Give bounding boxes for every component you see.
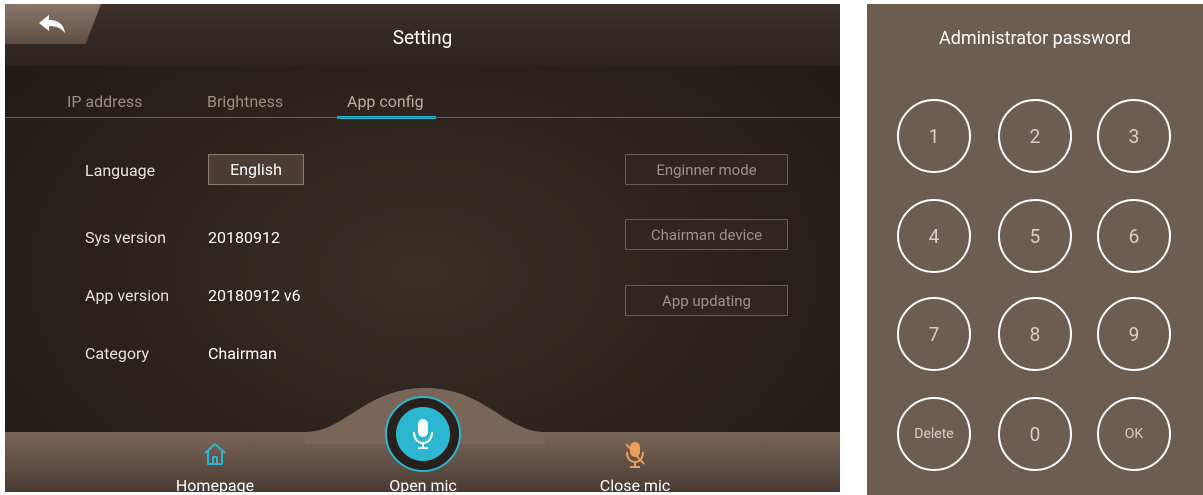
chairman-device-button[interactable]: Chairman device <box>625 219 788 250</box>
category-value: Chairman <box>208 344 277 363</box>
tab-brightness[interactable]: Brightness <box>207 92 283 111</box>
tab-app-config[interactable]: App config <box>347 92 424 111</box>
delete-key[interactable]: Delete <box>897 397 971 471</box>
tab-ip-address[interactable]: IP address <box>67 92 142 111</box>
key-8[interactable]: 8 <box>998 297 1072 371</box>
keypad-title: Administrator password <box>939 28 1131 49</box>
key-6[interactable]: 6 <box>1097 199 1171 273</box>
app-version-label: App version <box>85 286 170 305</box>
mic-off-icon <box>625 442 645 468</box>
language-label: Language <box>85 161 156 180</box>
app-version-value: 20180912 v6 <box>208 286 301 305</box>
settings-screen: Setting IP address Brightness App config… <box>5 4 840 492</box>
sys-version-value: 20180912 <box>208 228 280 247</box>
category-label: Category <box>85 344 150 363</box>
open-mic-label: Open mic <box>389 476 457 492</box>
key-0[interactable]: 0 <box>998 397 1072 471</box>
key-5[interactable]: 5 <box>998 199 1072 273</box>
key-3[interactable]: 3 <box>1097 99 1171 173</box>
ok-key[interactable]: OK <box>1097 397 1171 471</box>
app-updating-button[interactable]: App updating <box>625 285 788 316</box>
open-mic-button[interactable] <box>385 396 461 472</box>
key-7[interactable]: 7 <box>897 297 971 371</box>
mic-button-inner <box>396 407 450 461</box>
microphone-icon <box>413 419 433 449</box>
engineer-mode-button[interactable]: Enginner mode <box>625 154 788 185</box>
key-1[interactable]: 1 <box>897 99 971 173</box>
key-2[interactable]: 2 <box>998 99 1072 173</box>
page-title: Setting <box>392 26 453 49</box>
key-4[interactable]: 4 <box>897 199 971 273</box>
sys-version-label: Sys version <box>85 228 166 247</box>
close-mic-label: Close mic <box>599 476 671 492</box>
home-icon <box>204 443 226 465</box>
homepage-label: Homepage <box>175 476 255 492</box>
language-select-button[interactable]: English <box>208 154 304 185</box>
password-keypad-dialog: Administrator password 1 2 3 4 5 6 7 8 9… <box>867 4 1203 495</box>
key-9[interactable]: 9 <box>1097 297 1171 371</box>
tab-divider <box>5 117 840 118</box>
